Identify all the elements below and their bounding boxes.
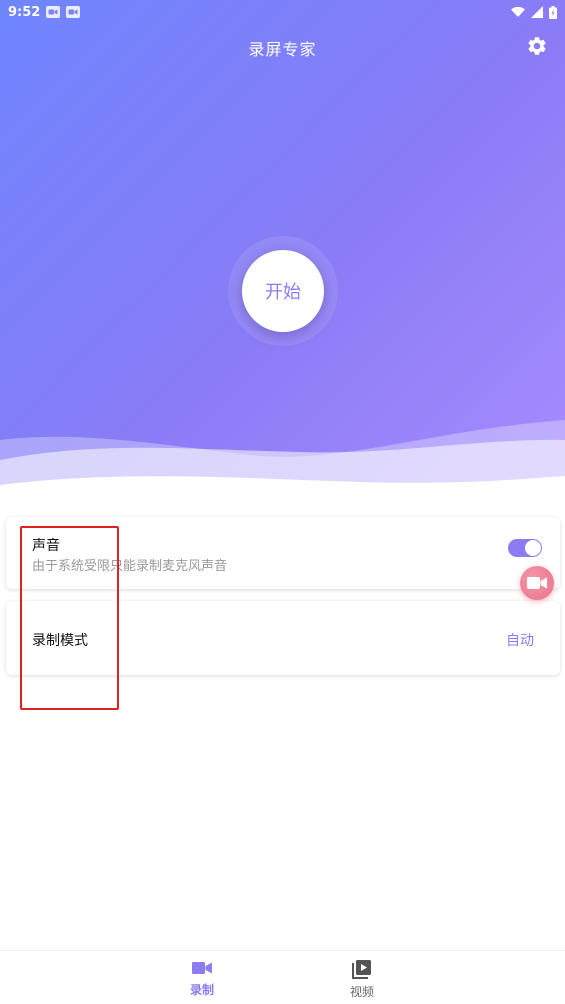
video-camera-icon (527, 577, 547, 589)
bottom-navigation: 录制 视频 (0, 950, 565, 1004)
status-indicators (511, 5, 557, 19)
nav-item-videos[interactable]: 视频 (332, 959, 392, 1003)
page-title: 录屏专家 (248, 40, 317, 59)
toggle-knob (525, 540, 541, 556)
hero-banner: 9:52 录屏专家 开始 (0, 0, 565, 500)
record-mode-value[interactable]: 自动 (506, 630, 534, 650)
floating-record-button[interactable] (520, 566, 554, 600)
start-record-button[interactable]: 开始 (242, 250, 324, 332)
video-camera-icon (192, 962, 212, 974)
screen: 9:52 录屏专家 开始 声音 由于系统受限只能录制麦克风声音 录制模式 自动 … (0, 0, 565, 1004)
wifi-icon (511, 6, 525, 17)
nav-item-record[interactable]: 录制 (172, 959, 232, 1003)
gear-icon (528, 37, 546, 55)
nav-label-record: 录制 (189, 983, 214, 997)
signal-icon (531, 6, 543, 18)
video-camera-icon (66, 6, 81, 18)
annotation-highlight-box (20, 526, 119, 710)
status-time: 9:52 (8, 4, 41, 20)
settings-button[interactable] (525, 34, 549, 58)
nav-label-videos: 视频 (349, 985, 374, 999)
video-camera-icon (46, 6, 61, 18)
sound-toggle[interactable] (508, 539, 542, 557)
battery-icon (549, 5, 557, 19)
status-bar: 9:52 (0, 0, 565, 24)
video-library-icon (352, 960, 371, 979)
